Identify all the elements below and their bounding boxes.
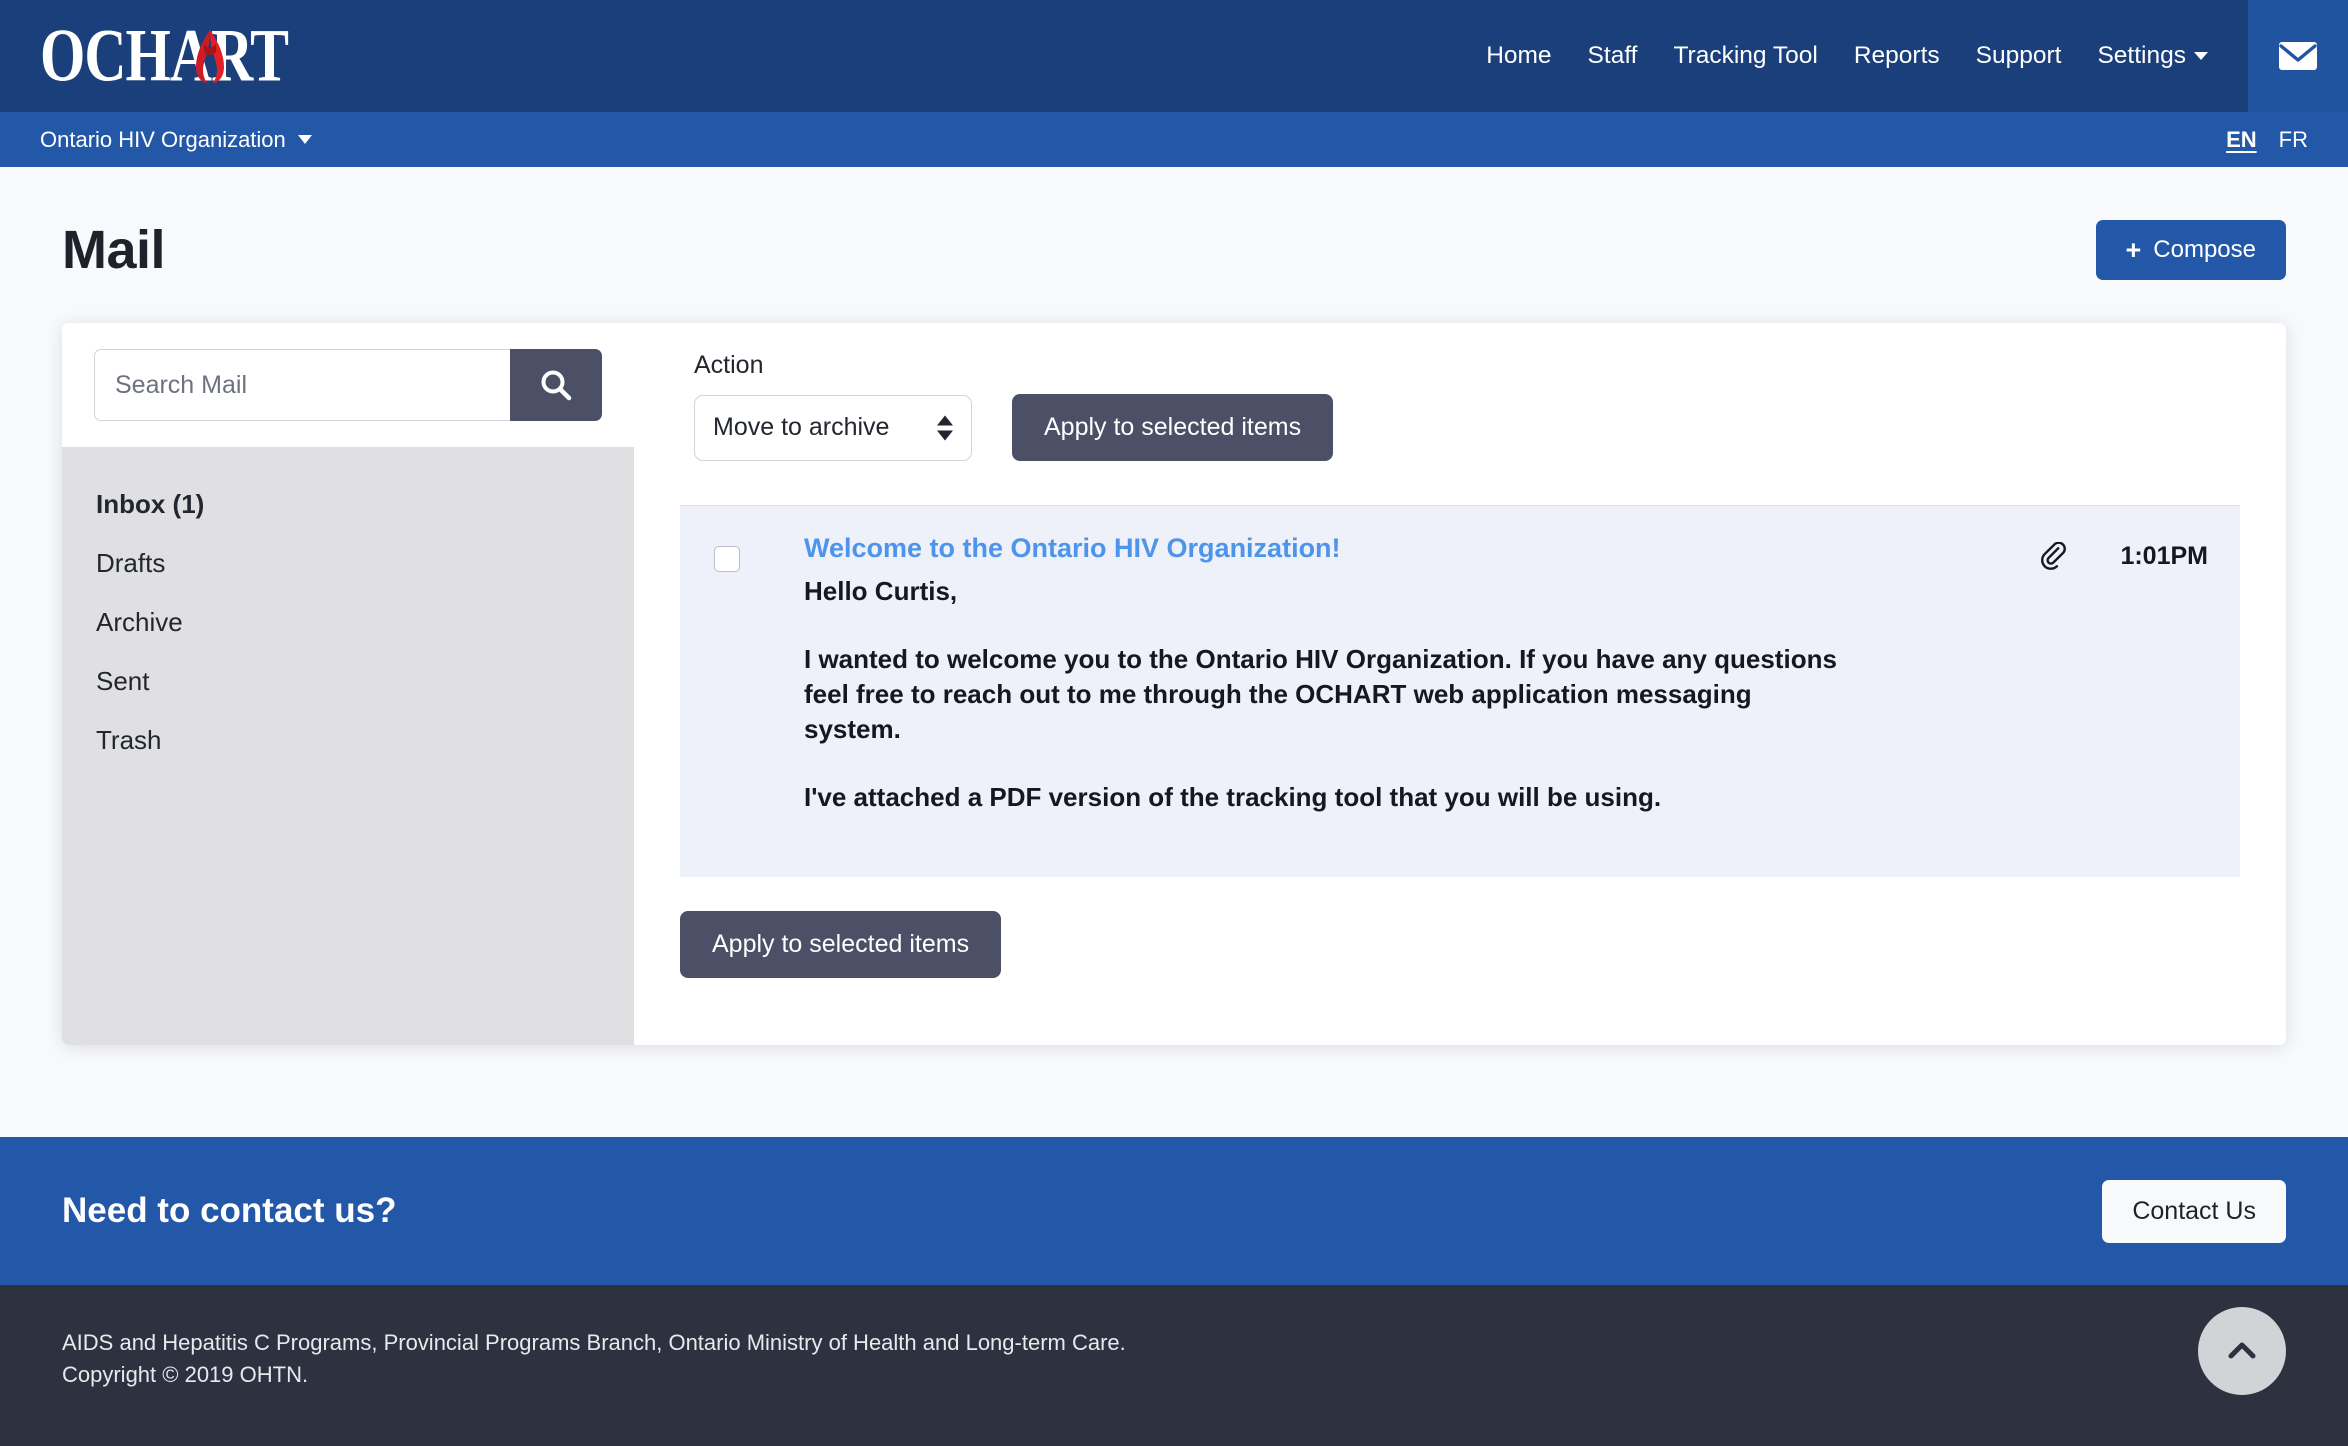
sidebar-item-trash[interactable]: Trash <box>62 711 634 770</box>
nav-item-reports[interactable]: Reports <box>1836 42 1958 70</box>
action-select-value: Move to archive <box>713 413 890 441</box>
action-toolbar: Move to archive Apply to selected items <box>694 394 2240 461</box>
stepper-icon <box>937 415 953 440</box>
apply-bottom-button[interactable]: Apply to selected items <box>680 911 1002 978</box>
nav-item-staff[interactable]: Staff <box>1570 42 1656 70</box>
ochart-logo[interactable]: OCHART <box>40 14 304 98</box>
envelope-icon <box>2279 42 2317 70</box>
message-time: 1:01PM <box>2120 542 2208 570</box>
table-row[interactable]: Welcome to the Ontario HIV Organization!… <box>680 505 2240 877</box>
sidebar-item-archive[interactable]: Archive <box>62 593 634 652</box>
footer-line-1: AIDS and Hepatitis C Programs, Provincia… <box>62 1330 1126 1355</box>
page-header: Mail + Compose <box>0 167 2348 281</box>
language-toggle: EN FR <box>2226 127 2308 153</box>
message-paragraph-1: I wanted to welcome you to the Ontario H… <box>804 643 1837 744</box>
paperclip-icon[interactable] <box>2038 542 2068 572</box>
scroll-to-top-button[interactable] <box>2198 1307 2286 1395</box>
language-en[interactable]: EN <box>2226 127 2257 153</box>
contact-title: Need to contact us? <box>62 1191 397 1230</box>
nav-item-settings[interactable]: Settings <box>2079 42 2226 70</box>
sidebar-item-drafts[interactable]: Drafts <box>62 534 634 593</box>
chevron-up-icon <box>2228 1342 2256 1359</box>
page-title: Mail <box>62 220 166 280</box>
action-select[interactable]: Move to archive <box>694 394 972 461</box>
mail-card: Inbox (1) Drafts Archive Sent Trash Acti… <box>62 323 2286 1045</box>
mail-pane: Action Move to archive Apply to selected… <box>634 323 2286 1045</box>
site-header: OCHART Home Staff Tracking Tool Reports … <box>0 0 2348 112</box>
sidebar-item-inbox[interactable]: Inbox (1) <box>62 475 634 534</box>
folder-list: Inbox (1) Drafts Archive Sent Trash <box>62 447 634 1045</box>
search-button[interactable] <box>510 349 602 421</box>
compose-button-label: Compose <box>2153 236 2256 263</box>
sidebar-item-sent[interactable]: Sent <box>62 652 634 711</box>
chevron-down-icon <box>297 135 312 144</box>
nav-item-home[interactable]: Home <box>1468 42 1569 70</box>
mail-button[interactable] <box>2248 0 2348 112</box>
logo-text: OCHART <box>40 14 289 98</box>
organization-selector[interactable]: Ontario HIV Organization <box>40 127 312 153</box>
message-greeting: Hello Curtis, <box>804 575 958 606</box>
nav-item-tracking-tool[interactable]: Tracking Tool <box>1656 42 1836 70</box>
plus-icon: + <box>2125 234 2142 265</box>
message-meta: 1:01PM <box>2038 542 2218 847</box>
footer-line-2: Copyright © 2019 OHTN. <box>62 1361 309 1387</box>
main-navigation: Home Staff Tracking Tool Reports Support… <box>1468 0 2226 112</box>
apply-top-button[interactable]: Apply to selected items <box>1012 394 1334 461</box>
language-fr[interactable]: FR <box>2279 127 2308 153</box>
message-paragraph-2: I've attached a PDF version of the track… <box>804 781 1662 812</box>
nav-item-support[interactable]: Support <box>1958 42 2080 70</box>
message-content: Welcome to the Ontario HIV Organization!… <box>804 532 2038 847</box>
message-subject-link[interactable]: Welcome to the Ontario HIV Organization! <box>804 532 1341 566</box>
organization-bar: Ontario HIV Organization EN FR <box>0 112 2348 167</box>
mail-sidebar: Inbox (1) Drafts Archive Sent Trash <box>62 323 634 1045</box>
contact-banner: Need to contact us? Contact Us <box>0 1137 2348 1285</box>
search-icon <box>541 370 572 401</box>
compose-button[interactable]: + Compose <box>2095 220 2286 280</box>
action-label: Action <box>694 351 764 379</box>
contact-us-button[interactable]: Contact Us <box>2102 1179 2286 1243</box>
site-footer: AIDS and Hepatitis C Programs, Provincia… <box>0 1285 2348 1446</box>
search-input[interactable] <box>94 349 510 421</box>
search-row <box>94 349 602 421</box>
organization-name: Ontario HIV Organization <box>40 126 286 152</box>
aids-ribbon-icon <box>196 30 224 83</box>
message-checkbox[interactable] <box>714 546 740 572</box>
search-area <box>62 323 634 447</box>
